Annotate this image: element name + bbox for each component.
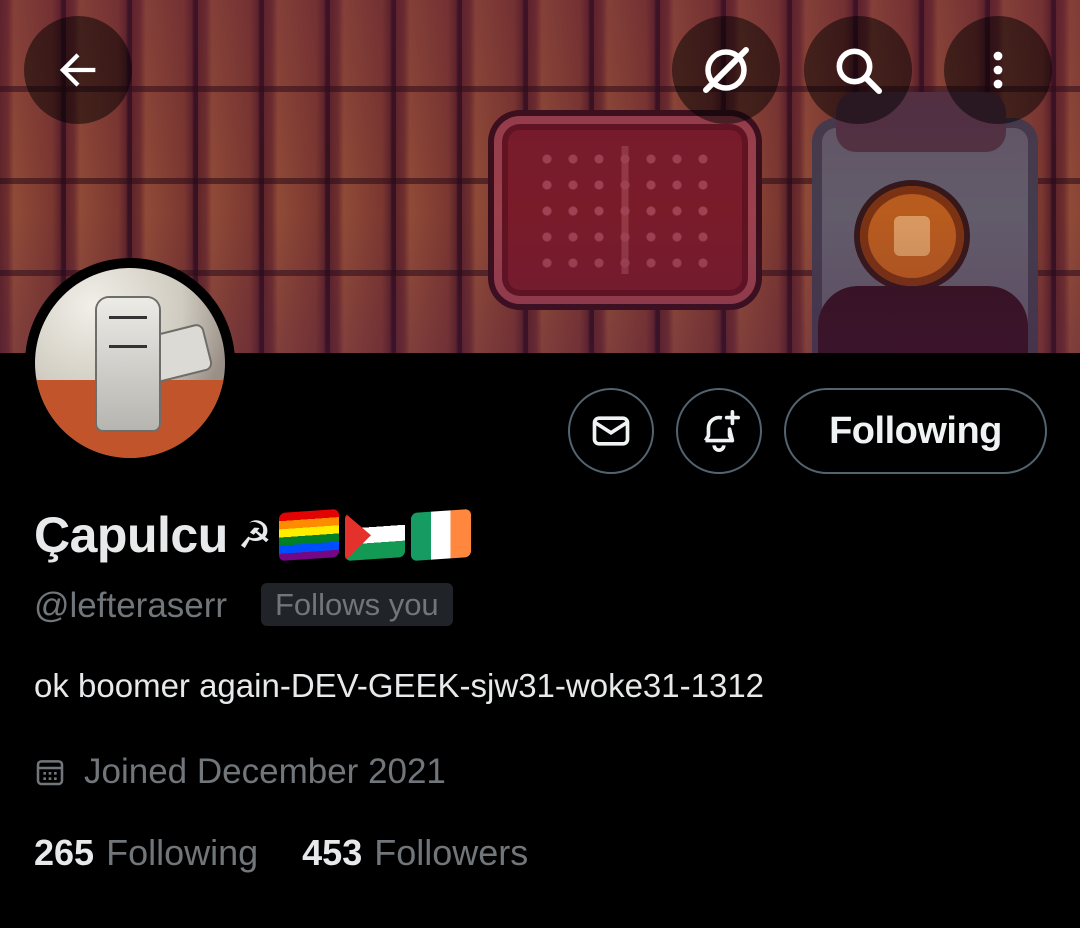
profile-avatar[interactable] [25, 258, 235, 468]
follow-stats: 265 Following 453 Followers [34, 832, 528, 874]
following-button[interactable]: Following [784, 388, 1047, 474]
envelope-icon [592, 416, 630, 446]
more-options-button[interactable] [944, 16, 1052, 124]
followers-stat-link[interactable]: 453 Followers [302, 832, 528, 874]
user-handle: @lefteraserr [34, 586, 228, 625]
notifications-button[interactable] [676, 388, 762, 474]
grok-button[interactable] [672, 16, 780, 124]
joined-text: Joined December 2021 [84, 752, 446, 791]
joined-date: Joined December 2021 [34, 752, 446, 792]
more-vertical-icon [993, 51, 1003, 89]
followers-label: Followers [374, 832, 529, 873]
display-name: Çapulcu ☭ [34, 506, 477, 564]
back-button[interactable] [24, 16, 132, 124]
avatar-photo [35, 268, 225, 458]
profile-bio: ok boomer again-DEV-GEEK-sjw31-woke31-13… [34, 667, 765, 704]
search-button[interactable] [804, 16, 912, 124]
avatar-figure [97, 298, 159, 430]
following-label: Following [106, 832, 259, 873]
following-button-label: Following [829, 409, 1002, 452]
search-icon [836, 48, 883, 95]
following-count: 265 [34, 832, 95, 873]
following-stat-link[interactable]: 265 Following [34, 832, 258, 874]
followers-count: 453 [302, 832, 363, 873]
hammer-sickle-icon: ☭ [237, 514, 272, 557]
calendar-icon [36, 760, 64, 786]
avatar-figure-face [109, 316, 147, 348]
ireland-flag-icon [411, 508, 472, 562]
grok-icon [703, 47, 749, 93]
message-button[interactable] [568, 388, 654, 474]
palestine-flag-icon [345, 508, 406, 562]
display-name-text: Çapulcu [34, 507, 228, 563]
bell-plus-icon [704, 410, 740, 452]
arrow-left-icon [59, 53, 96, 87]
rainbow-flag-icon [279, 508, 340, 562]
follows-you-badge: Follows you [261, 583, 453, 626]
